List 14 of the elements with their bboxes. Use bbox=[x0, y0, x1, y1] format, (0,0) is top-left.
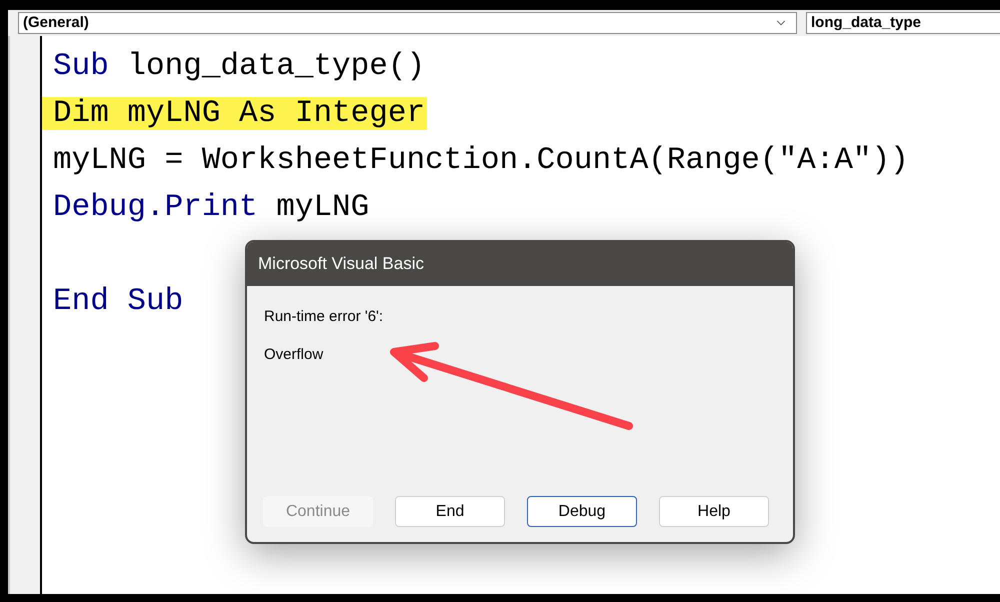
dialog-button[interactable]: Help bbox=[659, 496, 769, 527]
code-line: Sub long_data_type() bbox=[52, 50, 426, 83]
error-detail: Overflow bbox=[264, 345, 324, 365]
dialog-title: Microsoft Visual Basic bbox=[258, 253, 424, 276]
dialog-button[interactable]: End bbox=[395, 496, 505, 527]
object-dropdown[interactable]: (General) bbox=[18, 12, 797, 34]
procedure-dropdown[interactable]: long_data_type bbox=[806, 12, 1000, 34]
dialog-button[interactable]: Debug bbox=[527, 496, 637, 527]
dropdown-value: (General) bbox=[23, 12, 90, 33]
error-message: Run-time error '6': bbox=[264, 307, 384, 327]
code-line: End Sub bbox=[52, 285, 184, 318]
dropdown-value: long_data_type bbox=[811, 12, 922, 33]
code-line: myLNG = WorksheetFunction.CountA(Range("A:A")) bbox=[52, 144, 910, 177]
code-line: Debug.Print myLNG bbox=[52, 191, 370, 224]
